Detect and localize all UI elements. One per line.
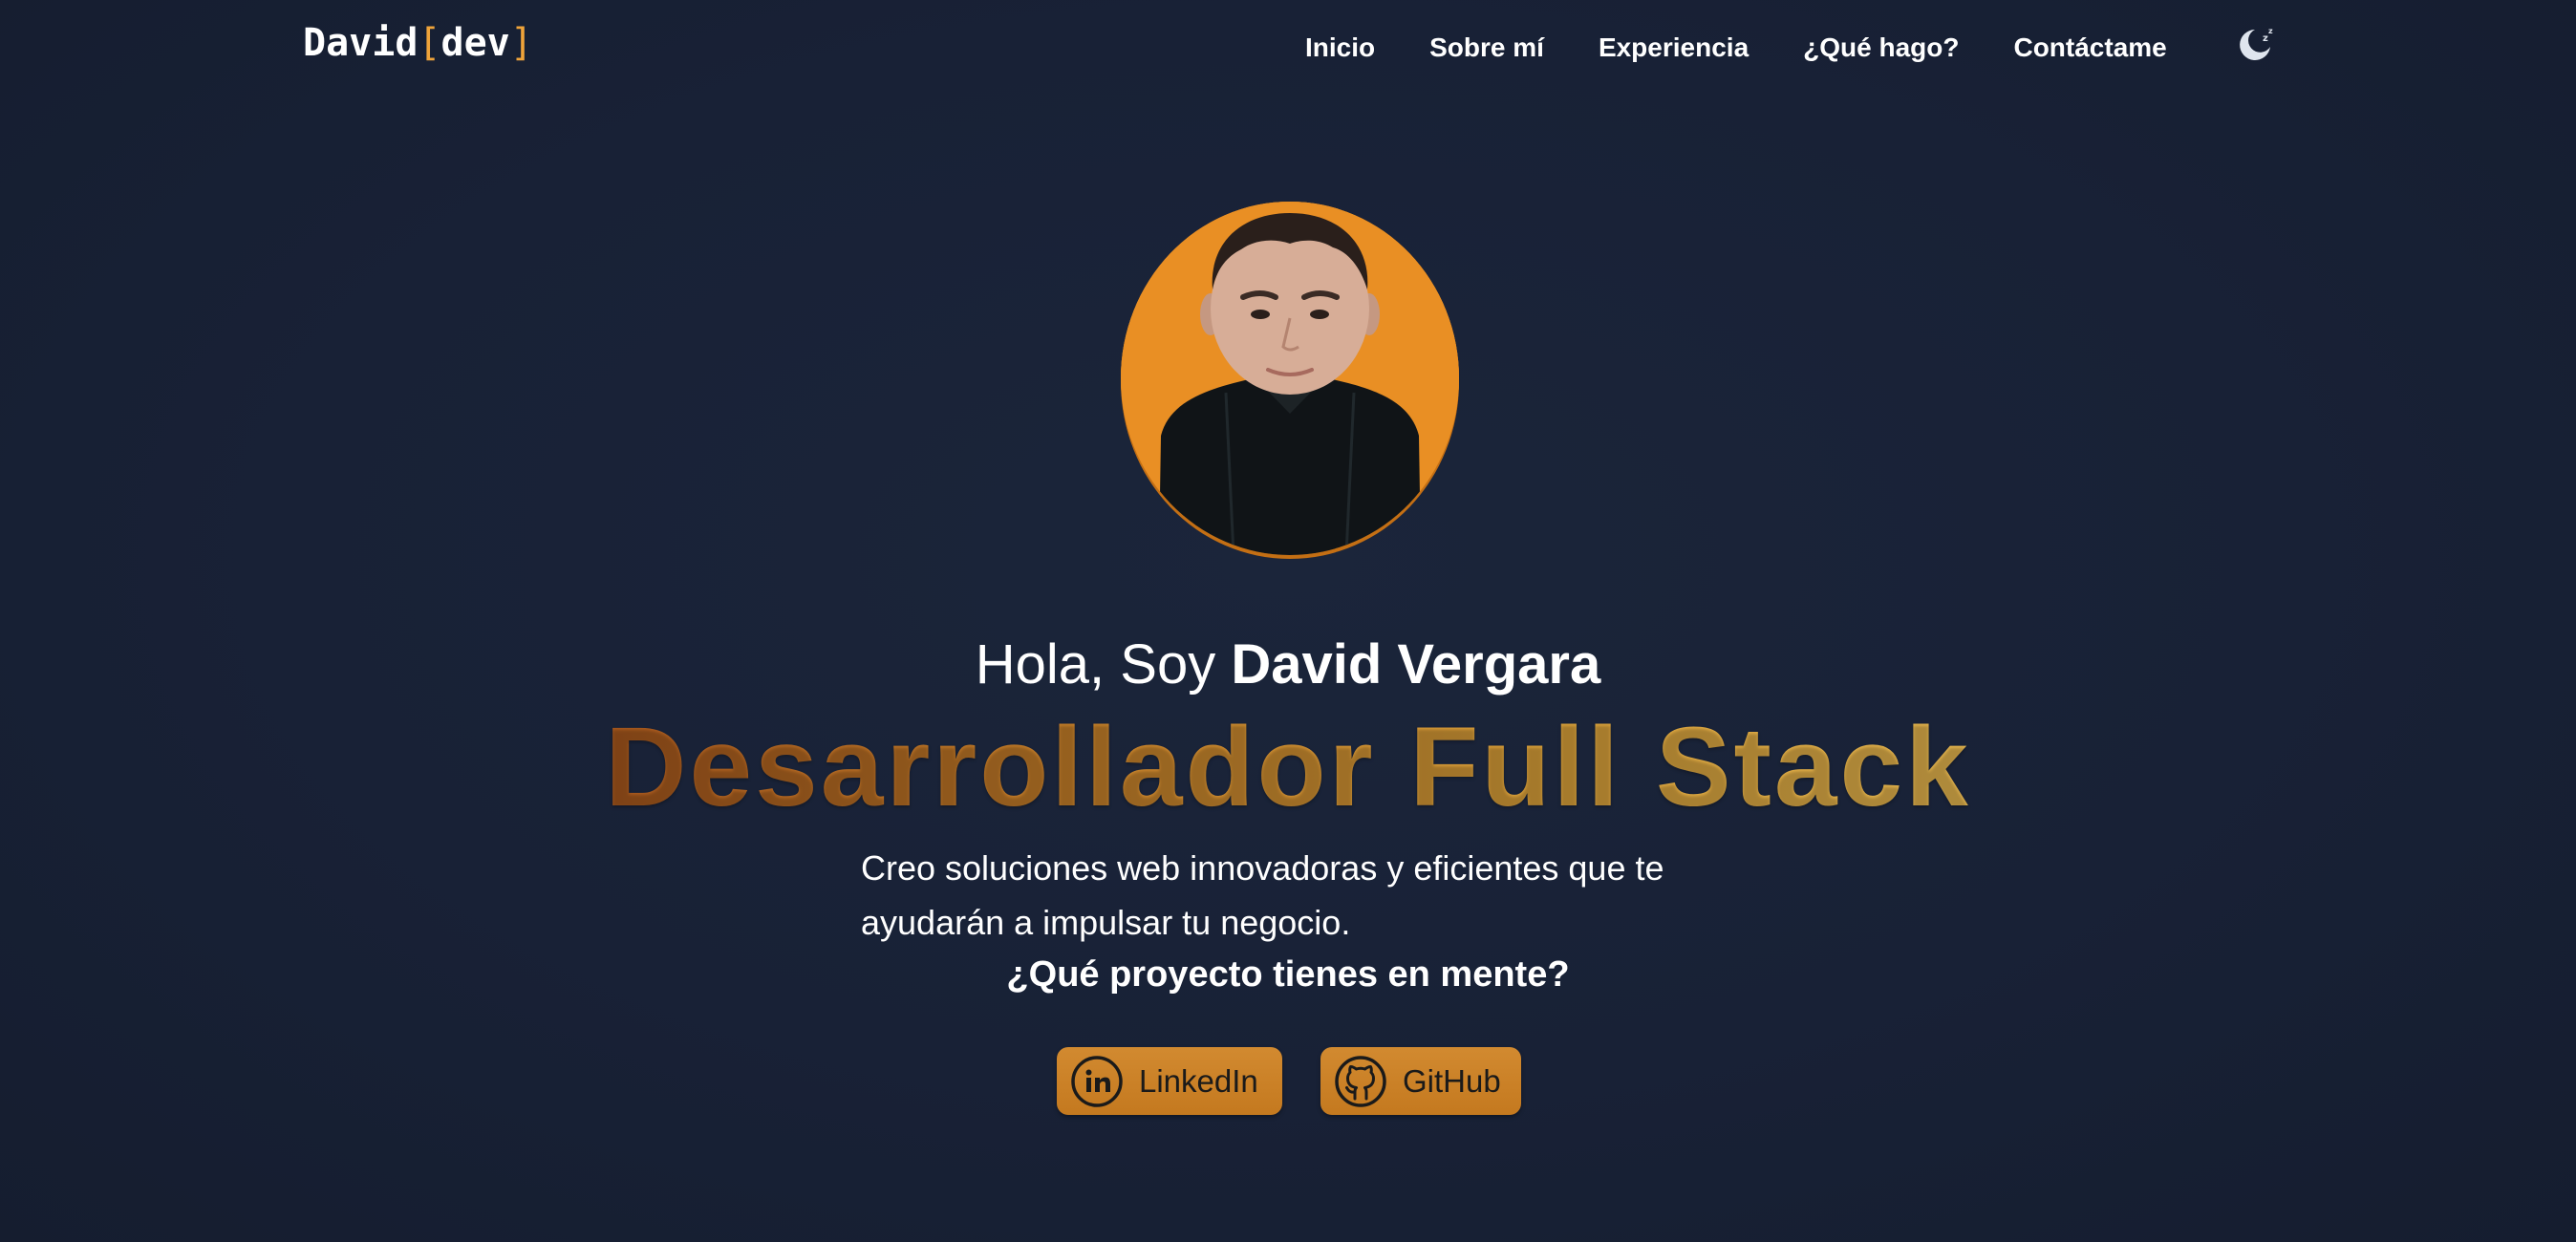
linkedin-button[interactable]: LinkedIn <box>1057 1047 1282 1115</box>
moon-sleep-icon: z z <box>2240 27 2273 60</box>
logo-name: David <box>303 21 419 65</box>
linkedin-label: LinkedIn <box>1139 1062 1258 1099</box>
hero-headline: Desarrollador Full Stack <box>0 705 2576 829</box>
logo-accent: dev <box>440 21 510 65</box>
nav-link-contactame[interactable]: Contáctame <box>2013 32 2166 63</box>
nav-link-sobre-mi[interactable]: Sobre mí <box>1429 32 1544 63</box>
logo-open-bracket: [ <box>418 21 441 65</box>
developer-name: David Vergara <box>1231 633 1601 696</box>
profile-photo <box>1121 202 1459 555</box>
headline-text: Desarrollador Full Stack <box>605 704 1971 830</box>
logo-close-bracket: ] <box>509 21 533 65</box>
github-icon <box>1335 1055 1386 1107</box>
hero-greeting: Hola, Soy David Vergara <box>0 631 2576 699</box>
nav-link-inicio[interactable]: Inicio <box>1305 32 1375 63</box>
github-button[interactable]: GitHub <box>1320 1047 1521 1115</box>
hero-question: ¿Qué proyecto tienes en mente? <box>1006 954 1570 995</box>
svg-text:z: z <box>2268 27 2273 35</box>
theme-toggle-button[interactable]: z z <box>2232 21 2278 67</box>
nav-link-experiencia[interactable]: Experiencia <box>1599 32 1749 63</box>
nav-link-que-hago[interactable]: ¿Qué hago? <box>1803 32 1959 63</box>
hero-description: Creo soluciones web innovadoras y eficie… <box>861 848 1664 942</box>
github-label: GitHub <box>1403 1062 1501 1099</box>
site-header: David[dev] Inicio Sobre mí Experiencia ¿… <box>0 0 2576 96</box>
linkedin-icon <box>1071 1055 1123 1107</box>
profile-avatar <box>1121 202 1459 555</box>
greeting-prefix: Hola, Soy <box>975 633 1216 696</box>
main-nav: Inicio Sobre mí Experiencia ¿Qué hago? C… <box>1305 32 2167 63</box>
site-logo[interactable]: David[dev] <box>303 21 533 65</box>
